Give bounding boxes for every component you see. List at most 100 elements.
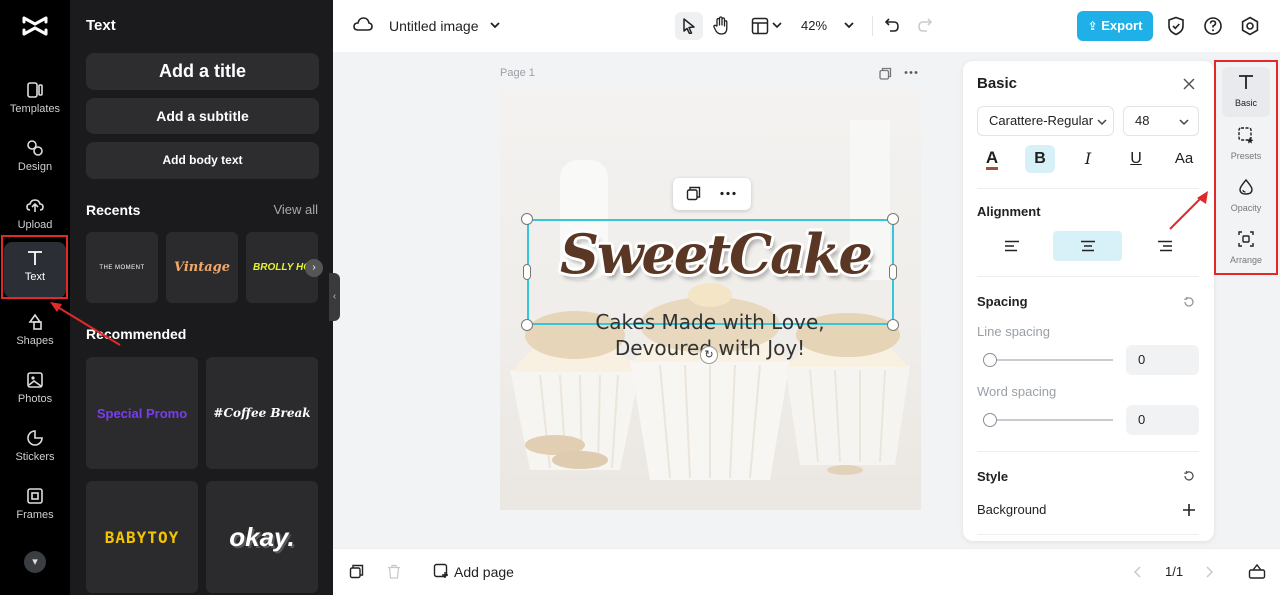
settings-icon[interactable] [1240, 16, 1260, 36]
word-spacing-slider[interactable] [983, 419, 1113, 421]
document-title[interactable]: Untitled image [389, 18, 479, 34]
duplicate-icon[interactable] [686, 186, 701, 201]
line-spacing-thumb[interactable] [983, 353, 997, 367]
zoom-level[interactable]: 42% [801, 18, 827, 33]
resize-handle-left[interactable] [523, 264, 531, 280]
select-tool-button[interactable] [675, 12, 703, 40]
add-subtitle-button[interactable]: Add a subtitle [86, 98, 319, 134]
chevron-right-icon[interactable] [1204, 566, 1214, 578]
resize-handle-bottom-left[interactable] [521, 319, 533, 331]
recommended-heading: Recommended [86, 326, 187, 342]
add-page-icon[interactable] [433, 563, 449, 579]
capcut-logo[interactable] [20, 12, 50, 40]
add-page-button[interactable]: Add page [454, 564, 514, 580]
recent-template[interactable]: THE MOMENT [86, 232, 158, 303]
divider [977, 451, 1199, 452]
rail-templates[interactable]: Templates [4, 74, 66, 130]
recommended-template[interactable]: BABYTOY [86, 481, 198, 593]
add-body-text-button[interactable]: Add body text [86, 142, 319, 179]
subline-line-1: Cakes Made with Love, [595, 310, 825, 334]
reset-icon[interactable] [1183, 470, 1195, 482]
bold-button[interactable]: B [1025, 145, 1055, 173]
stickers-icon [27, 430, 43, 446]
duplicate-page-icon[interactable] [879, 67, 892, 80]
undo-icon[interactable] [884, 17, 900, 33]
font-size-value: 48 [1135, 113, 1150, 128]
italic-button[interactable]: I [1073, 145, 1103, 173]
word-spacing-thumb[interactable] [983, 413, 997, 427]
chevron-down-icon[interactable] [489, 20, 501, 30]
text-color-button[interactable]: A [977, 145, 1007, 173]
rail-label: Stickers [15, 451, 55, 463]
rail-more-button[interactable]: ▾ [24, 551, 46, 573]
canvas-headline-text[interactable]: SweetCake [560, 222, 873, 286]
cloud-icon[interactable] [353, 16, 373, 34]
photos-icon [27, 372, 43, 388]
font-family-value: Carattere-Regular [989, 113, 1094, 128]
recommended-template[interactable]: Special Promo [86, 357, 198, 469]
recent-template[interactable]: Vintage [166, 232, 238, 303]
resize-handle-top-left[interactable] [521, 213, 533, 225]
rail-frames[interactable]: Frames [4, 480, 66, 536]
layout-icon[interactable] [751, 17, 769, 35]
tab-arrange[interactable]: Arrange [1222, 224, 1270, 274]
rail-shapes[interactable]: Shapes [4, 306, 66, 362]
export-button[interactable]: ⇪ Export [1077, 11, 1153, 41]
chevron-down-icon[interactable] [772, 20, 782, 30]
rail-stickers[interactable]: Stickers [4, 422, 66, 478]
rotate-handle[interactable]: ↻ [700, 346, 718, 364]
shield-icon[interactable] [1167, 16, 1185, 36]
tab-presets[interactable]: Presets [1222, 120, 1270, 170]
align-right-icon [1158, 240, 1172, 252]
word-spacing-input[interactable]: 0 [1126, 405, 1199, 435]
recommended-template[interactable]: okay. [206, 481, 318, 593]
line-spacing-input[interactable]: 0 [1126, 345, 1199, 375]
recent-label: THE MOMENT [99, 264, 145, 271]
resize-handle-right[interactable] [889, 264, 897, 280]
trash-icon[interactable] [387, 564, 401, 579]
help-icon[interactable] [1203, 16, 1223, 36]
more-icon[interactable] [720, 191, 736, 196]
arrange-icon [1238, 231, 1254, 247]
duplicate-page-icon[interactable] [349, 564, 364, 579]
redo-icon[interactable] [917, 17, 933, 33]
align-right-button[interactable] [1130, 231, 1199, 261]
collapse-panel-handle[interactable]: ‹ [329, 273, 340, 321]
rail-photos[interactable]: Photos [4, 364, 66, 420]
underline-icon: U [1130, 150, 1142, 167]
resize-handle-bottom-right[interactable] [887, 319, 899, 331]
text-case-button[interactable]: Aa [1169, 145, 1199, 173]
export-label: Export [1101, 18, 1143, 33]
recents-next-button[interactable]: › [305, 259, 323, 277]
chevron-left-icon[interactable] [1133, 566, 1143, 578]
align-center-button[interactable] [1053, 231, 1122, 261]
page-label: Page 1 [500, 67, 535, 79]
view-all-link[interactable]: View all [273, 202, 318, 217]
recommended-template[interactable]: #Coffee Break [206, 357, 318, 469]
align-left-button[interactable] [977, 231, 1046, 261]
align-center-icon [1081, 240, 1095, 252]
font-family-select[interactable]: Carattere-Regular [977, 106, 1114, 136]
tab-opacity[interactable]: Opacity [1222, 172, 1270, 222]
line-spacing-slider[interactable] [983, 359, 1113, 361]
add-title-button[interactable]: Add a title [86, 53, 319, 90]
text-properties-panel: Basic Carattere-Regular 48 A B I U Aa Al… [963, 61, 1214, 541]
line-spacing-label: Line spacing [977, 324, 1050, 339]
templates-icon [27, 82, 43, 98]
underline-button[interactable]: U [1121, 145, 1151, 173]
reset-icon[interactable] [1183, 296, 1195, 308]
add-icon[interactable] [1182, 503, 1196, 517]
recommended-label: BABYTOY [104, 527, 180, 547]
hand-icon[interactable] [712, 16, 730, 36]
chevron-down-icon: ▾ [32, 556, 38, 568]
close-icon[interactable] [1183, 78, 1195, 90]
tab-basic[interactable]: Basic [1222, 67, 1270, 117]
rail-design[interactable]: Design [4, 132, 66, 188]
more-options-icon[interactable] [904, 70, 918, 75]
resize-handle-top-right[interactable] [887, 213, 899, 225]
presets-icon [1238, 127, 1254, 144]
chevron-down-icon[interactable] [843, 20, 855, 30]
spacing-label: Spacing [977, 294, 1028, 309]
recent-label: BROLLY HO [253, 262, 311, 273]
pages-panel-icon[interactable] [1248, 563, 1266, 579]
